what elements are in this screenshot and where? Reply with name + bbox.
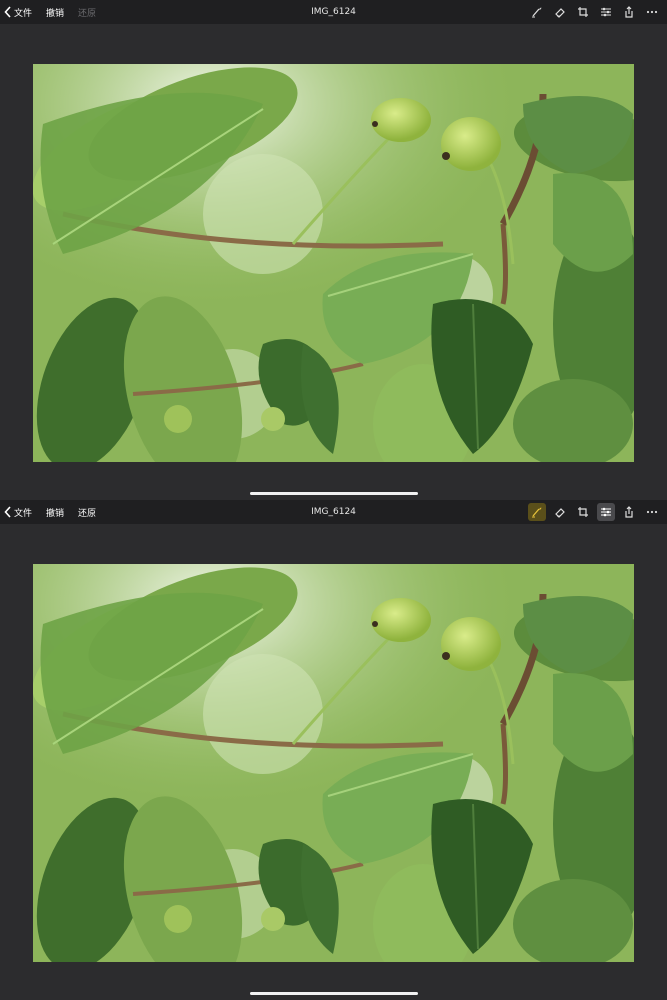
photo-canvas[interactable] [33,564,634,962]
eraser-icon [555,8,565,18]
eraser-icon [555,508,565,518]
share-icon [625,6,633,18]
toolbar-left: 文件 撤销 还原 [4,500,96,524]
crop-tool-button[interactable] [574,3,592,21]
eraser-tool-button[interactable] [551,3,569,21]
canvas-area[interactable] [0,24,667,500]
toolbar-right [523,0,661,24]
more-button[interactable] [643,503,661,521]
editor-panel-top: 文件 撤销 还原 IMG_6124 [0,0,667,500]
adjust-tool-button[interactable] [597,503,615,521]
more-icon [646,10,658,14]
toolbar-left: 文件 撤销 还原 [4,0,96,24]
toolbar-right [523,500,661,524]
crop-tool-button[interactable] [574,503,592,521]
adjust-tool-button[interactable] [597,3,615,21]
share-button[interactable] [620,3,638,21]
editor-panel-bottom: 文件 撤销 还原 IMG_6124 [0,500,667,1000]
eraser-tool-button[interactable] [551,503,569,521]
home-indicator [250,492,418,495]
brush-tool-button[interactable] [528,3,546,21]
photo-canvas[interactable] [33,64,634,462]
redo-button[interactable]: 还原 [78,6,96,19]
redo-button[interactable]: 还原 [78,506,96,519]
chevron-left-icon [4,6,11,18]
undo-button[interactable]: 撤销 [46,506,64,519]
crop-icon [578,7,588,17]
toolbar: 文件 撤销 还原 IMG_6124 [0,0,667,24]
crop-icon [578,507,588,517]
more-button[interactable] [643,3,661,21]
more-icon [646,510,658,514]
brush-tool-button[interactable] [528,503,546,521]
back-to-files-button[interactable]: 文件 [4,506,32,519]
canvas-area[interactable] [0,524,667,1000]
brush-icon [532,7,542,18]
adjust-sliders-icon [601,7,611,17]
back-label: 文件 [14,508,33,519]
adjust-sliders-icon [601,507,611,517]
back-label: 文件 [14,8,33,19]
chevron-left-icon [4,506,11,518]
toolbar: 文件 撤销 还原 IMG_6124 [0,500,667,524]
home-indicator [250,992,418,995]
back-to-files-button[interactable]: 文件 [4,6,32,19]
share-button[interactable] [620,503,638,521]
share-icon [625,506,633,518]
undo-button[interactable]: 撤销 [46,6,64,19]
brush-icon [532,507,542,518]
